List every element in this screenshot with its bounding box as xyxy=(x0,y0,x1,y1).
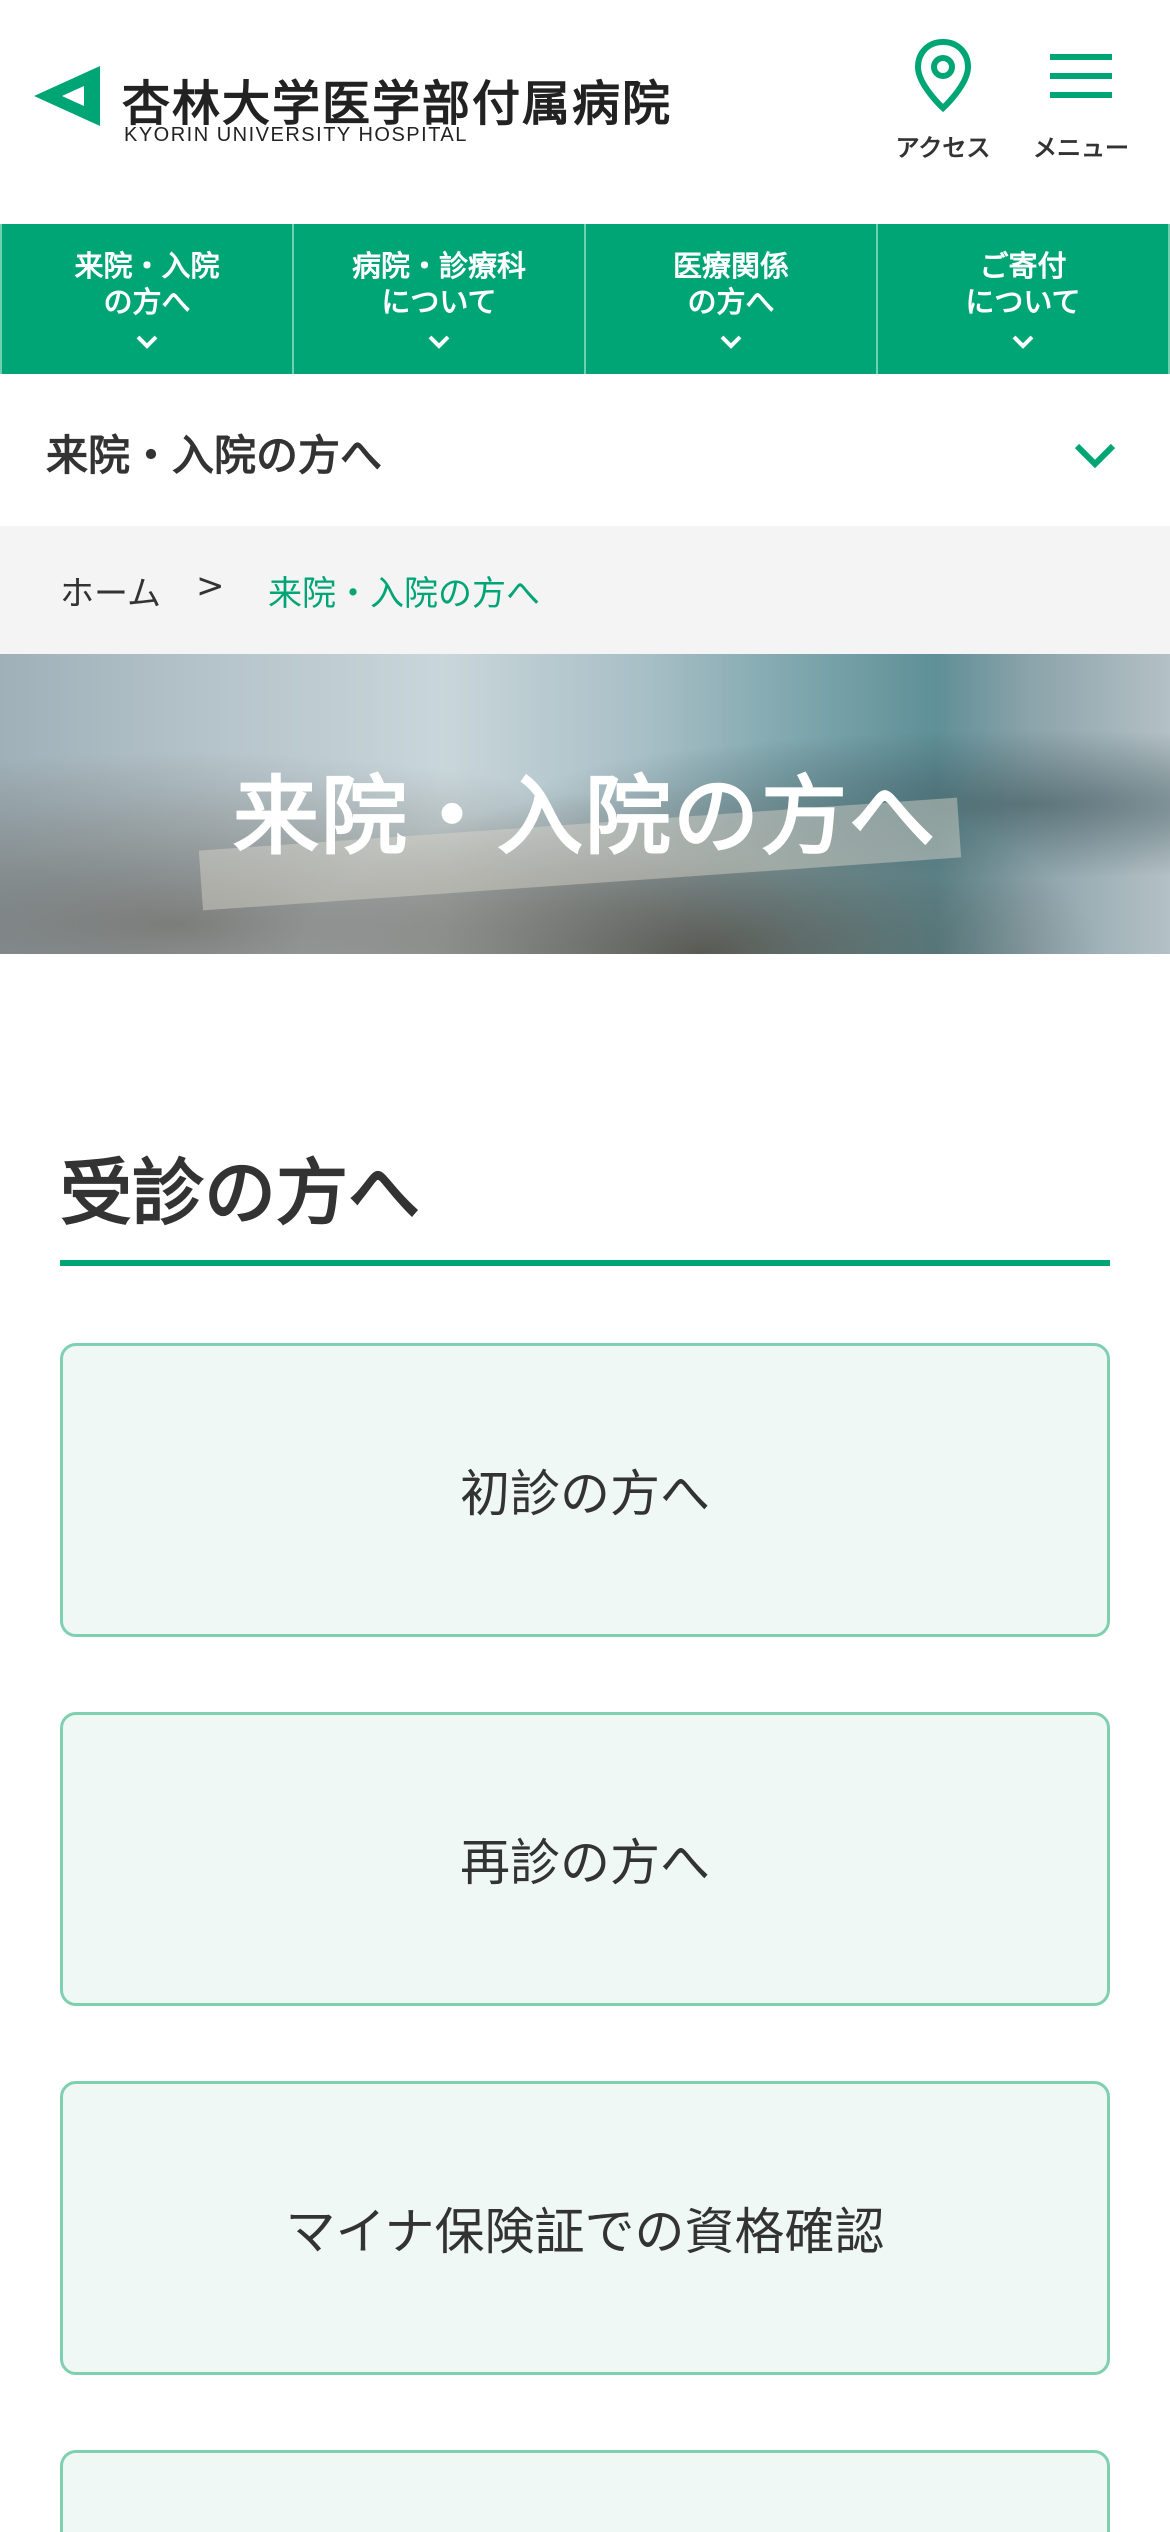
logo-english-name: KYORIN UNIVERSITY HOSPITAL xyxy=(124,124,468,146)
section-dropdown[interactable]: 来院・入院の方へ xyxy=(0,374,1170,526)
hero-banner: 来院・入院の方へ xyxy=(0,654,1170,954)
chevron-down-icon xyxy=(1012,335,1034,349)
breadcrumb-home-link[interactable]: ホーム xyxy=(60,566,161,615)
menu-label: メニュー xyxy=(1033,134,1129,162)
nav-item-line2: の方へ xyxy=(103,285,191,319)
nav-item-line1: 病院・診療科 xyxy=(351,249,526,283)
section-dropdown-title: 来院・入院の方へ xyxy=(46,431,383,480)
nav-item-donation[interactable]: ご寄付 について xyxy=(878,224,1170,374)
nav-item-line1: ご寄付 xyxy=(979,249,1067,283)
access-label: アクセス xyxy=(895,134,991,162)
chevron-down-icon xyxy=(428,335,450,349)
card-label: 初診の方へ xyxy=(460,1465,710,1523)
nav-item-medical-professionals[interactable]: 医療関係 の方へ xyxy=(586,224,878,374)
card-first-visit[interactable]: 初診の方へ xyxy=(60,1343,1110,1637)
nav-item-line2: の方へ xyxy=(687,285,775,319)
breadcrumb: ホーム > 来院・入院の方へ xyxy=(0,526,1170,654)
menu-button[interactable]: メニュー xyxy=(1026,36,1136,176)
section-heading: 受診の方へ xyxy=(60,1151,421,1235)
nav-item-visit[interactable]: 来院・入院 の方へ xyxy=(0,224,294,374)
chevron-down-icon xyxy=(136,335,158,349)
chevron-down-icon xyxy=(720,335,742,349)
chevron-down-icon xyxy=(1074,443,1116,469)
section-heading-rule xyxy=(60,1260,1110,1266)
hamburger-icon xyxy=(1050,54,1112,98)
card-label xyxy=(63,2453,1107,2532)
card-label: マイナ保険証での資格確認 xyxy=(285,2203,885,2261)
breadcrumb-current: 来院・入院の方へ xyxy=(268,574,540,614)
logo-triangle-icon xyxy=(34,66,100,126)
card-label: 再診の方へ xyxy=(460,1834,710,1892)
breadcrumb-separator: > xyxy=(196,566,225,606)
global-nav: 来院・入院 の方へ 病院・診療科 について 医療関係 の方へ ご寄付 について xyxy=(0,224,1170,374)
site-logo[interactable]: 杏林大学医学部付属病院 KYORIN UNIVERSITY HOSPITAL xyxy=(30,56,670,156)
card-my-number-insurance[interactable]: マイナ保険証での資格確認 xyxy=(60,2081,1110,2375)
nav-item-line1: 来院・入院 xyxy=(74,249,220,283)
site-header: 杏林大学医学部付属病院 KYORIN UNIVERSITY HOSPITAL ア… xyxy=(0,0,1170,224)
map-pin-icon xyxy=(914,38,972,113)
nav-item-line2: について xyxy=(965,285,1081,319)
page-title: 来院・入院の方へ xyxy=(233,767,937,867)
access-button[interactable]: アクセス xyxy=(888,36,998,176)
nav-item-departments[interactable]: 病院・診療科 について xyxy=(294,224,586,374)
card-partial[interactable] xyxy=(60,2450,1110,2532)
card-return-visit[interactable]: 再診の方へ xyxy=(60,1712,1110,2006)
nav-item-line2: について xyxy=(381,285,497,319)
nav-item-line1: 医療関係 xyxy=(672,249,789,283)
